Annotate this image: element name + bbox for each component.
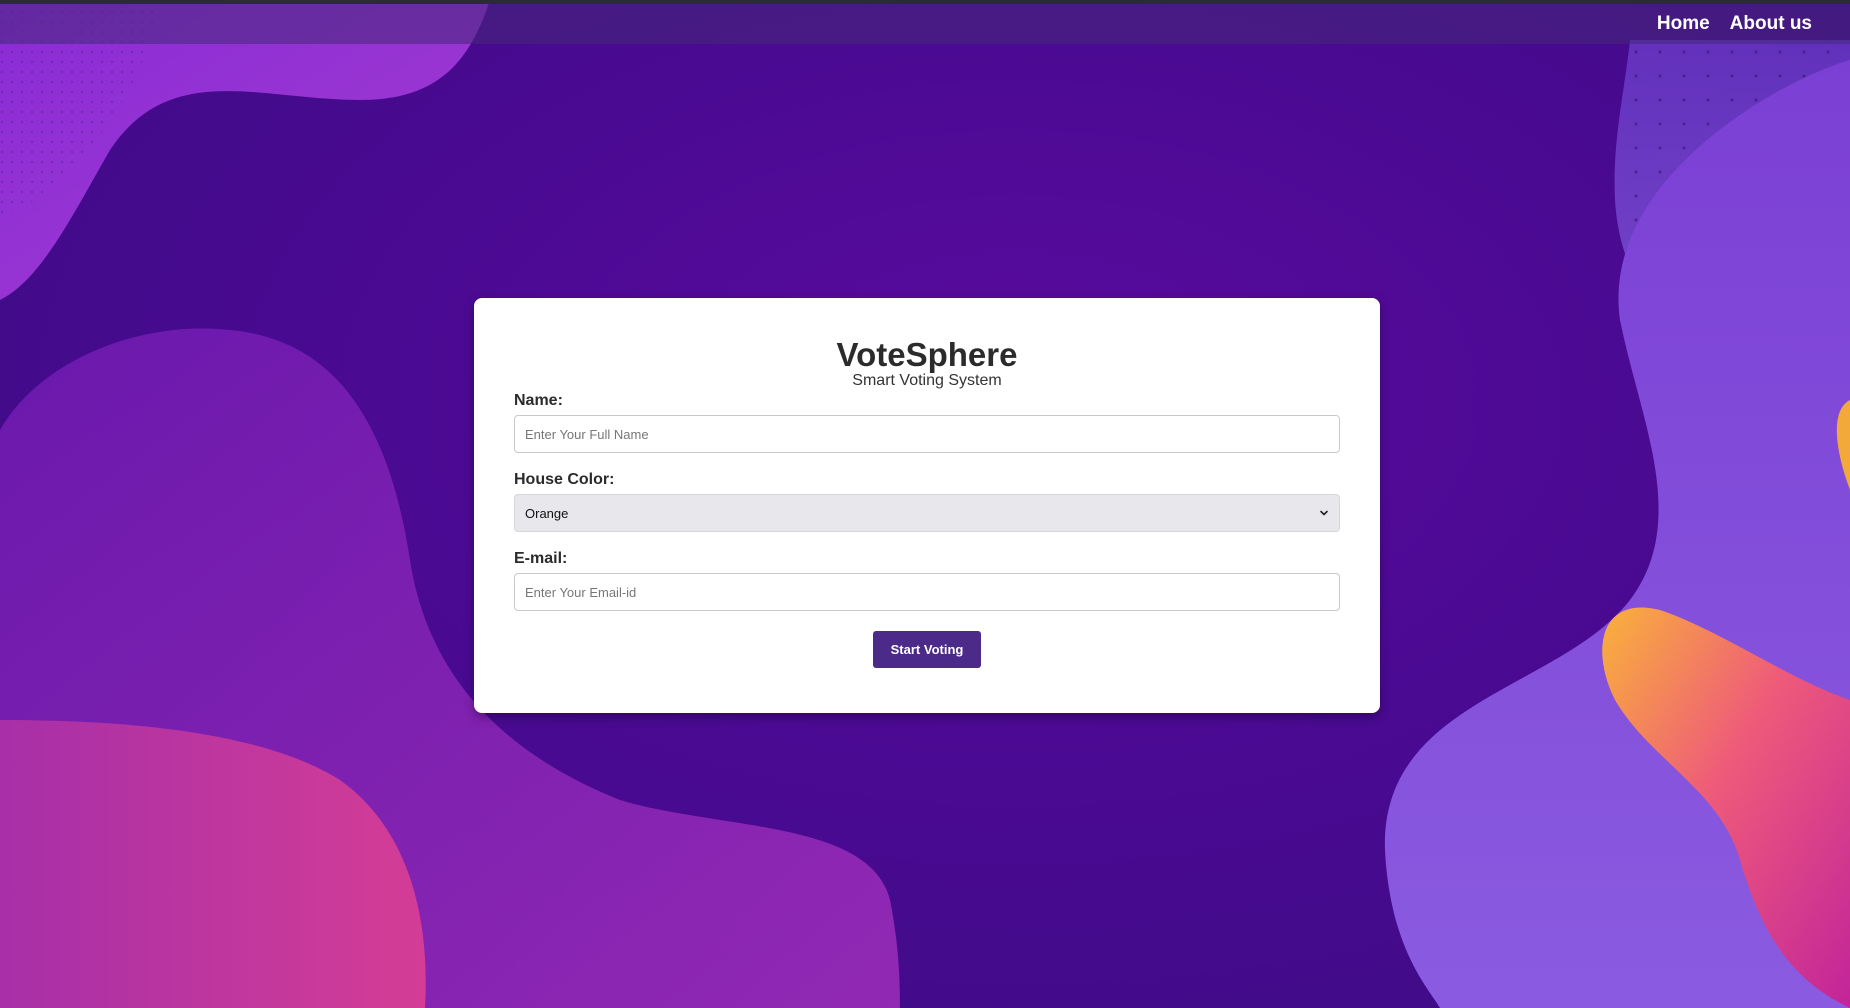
nav-links: Home About us [1657,4,1812,44]
email-field-group: E-mail: [514,550,1340,611]
email-label: E-mail: [514,550,568,567]
house-color-select[interactable]: Orange [514,494,1340,532]
house-field-group: House Color: Orange [514,471,1340,532]
app-title: VoteSphere [836,336,1018,373]
navbar: Home About us [0,4,1850,44]
house-color-selected-value: Orange [525,505,569,521]
voter-form-card: VoteSphere Smart Voting System Name: Hou… [474,298,1380,713]
nav-link-home[interactable]: Home [1657,13,1710,35]
name-label: Name: [514,392,563,409]
start-voting-button[interactable]: Start Voting [873,631,981,668]
house-color-label: House Color: [514,471,615,488]
nav-link-about-us[interactable]: About us [1730,13,1812,35]
name-input[interactable] [514,415,1340,453]
page-background: Home About us VoteSphere Smart Voting Sy… [0,0,1850,1008]
button-row: Start Voting [514,631,1340,668]
chevron-down-icon [1320,510,1328,516]
app-subtitle: Smart Voting System [852,372,1002,389]
name-field-group: Name: [514,392,1340,453]
email-input[interactable] [514,573,1340,611]
